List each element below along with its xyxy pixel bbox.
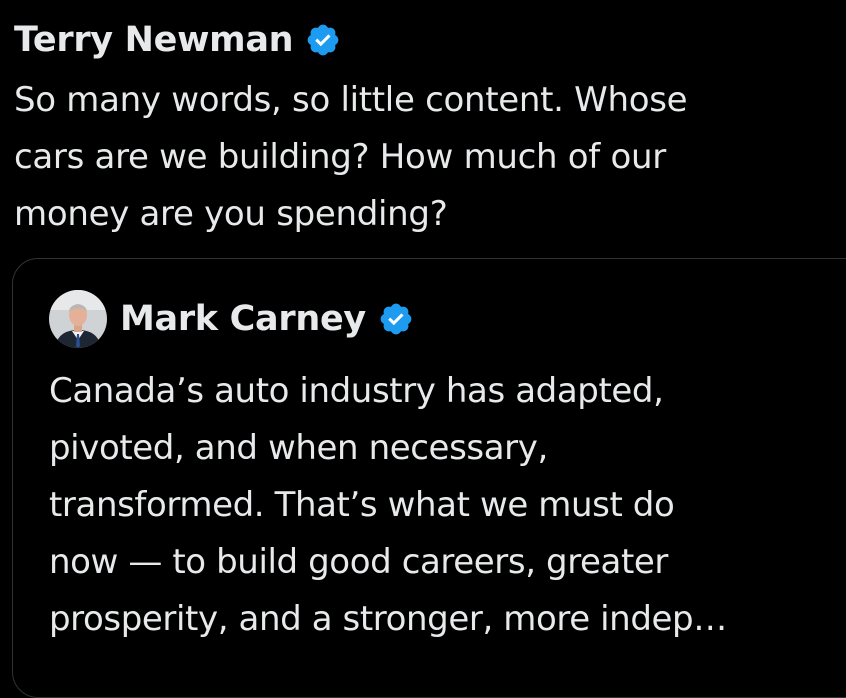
quoted-text-line: now — to build good careers, greater xyxy=(49,542,668,582)
tweet-text-line: cars are we building? How much of our xyxy=(14,137,666,177)
quoted-tweet-card[interactable]: Mark Carney Canada’s auto industry has a… xyxy=(12,258,846,698)
avatar[interactable] xyxy=(49,290,107,348)
quoted-text-line: prosperity, and a stronger, more indep… xyxy=(49,599,727,639)
verified-badge-icon[interactable] xyxy=(305,22,341,58)
author-name[interactable]: Terry Newman xyxy=(14,20,294,60)
quoted-author-row: Mark Carney xyxy=(49,289,414,349)
tweet-text: So many words, so little content. Whose … xyxy=(14,72,834,243)
tweet[interactable]: Terry Newman So many words, so little co… xyxy=(0,0,846,698)
quoted-text-line: transformed. That’s what we must do xyxy=(49,485,675,525)
quoted-tweet-text: Canada’s auto industry has adapted, pivo… xyxy=(49,363,839,648)
quoted-author-name[interactable]: Mark Carney xyxy=(120,299,366,339)
quoted-text-line: Canada’s auto industry has adapted, xyxy=(49,371,664,411)
avatar-photo xyxy=(49,290,107,348)
tweet-text-line: money are you spending? xyxy=(14,194,448,234)
quoted-text-line: pivoted, and when necessary, xyxy=(49,428,548,468)
tweet-text-line: So many words, so little content. Whose xyxy=(14,80,688,120)
author-row: Terry Newman xyxy=(14,14,341,66)
verified-badge-icon[interactable] xyxy=(378,301,414,337)
